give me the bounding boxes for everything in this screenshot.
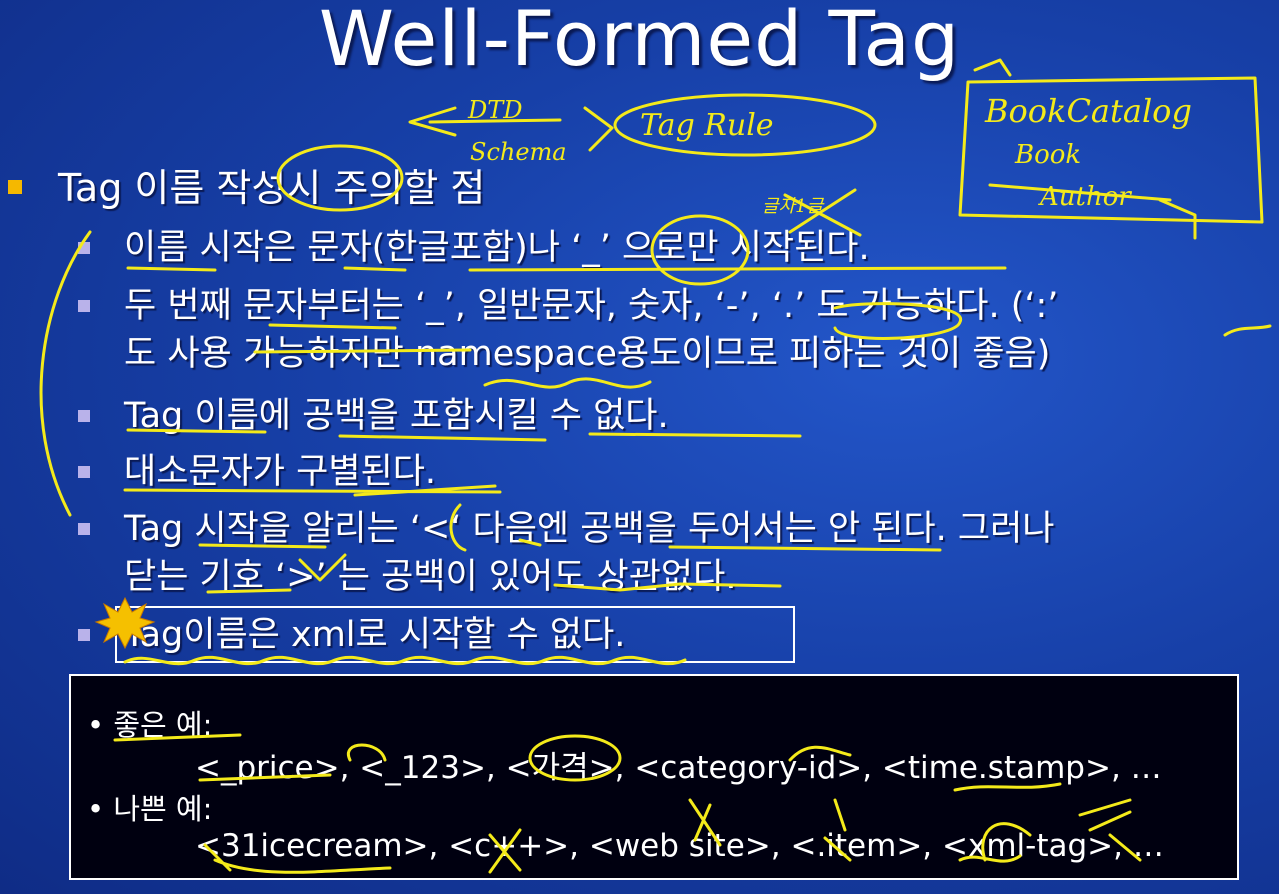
bullet-marker: [78, 523, 90, 535]
slide-title: Well-Formed Tag: [318, 0, 961, 83]
annotation-book: Book: [1014, 140, 1081, 170]
annotation-tag-rule: Tag Rule: [640, 108, 774, 143]
sub-bullet-text: 대소문자가 구별된다.: [124, 452, 437, 492]
annotation-unclear: 글자1글: [762, 196, 825, 217]
bad-example-line: <31icecream>, <c++>, <web site>, <.item>…: [195, 828, 1164, 864]
catalog-box-ink: [958, 76, 1264, 224]
bullet-marker: [78, 300, 90, 312]
tag-rule-ellipse: [613, 93, 877, 157]
sub-bullet-text: 두 번째 문자부터는 ‘_’, 일반문자, 숫자, ‘-’, ‘.’ 도 가능하…: [124, 286, 1059, 374]
sub-bullet-5: Tag 시작을 알리는 ‘<‘ 다음엔 공백을 두어서는 안 된다. 그러나 닫…: [78, 505, 1268, 601]
sub-bullet-4: 대소문자가 구별된다.: [78, 448, 1268, 496]
annotation-book-catalog: BookCatalog: [984, 92, 1192, 130]
arrow-left-ink: [408, 106, 562, 137]
good-example-label: • 좋은 예:: [87, 708, 213, 742]
bullet-marker: [78, 629, 90, 641]
annotation-dtd: DTD: [467, 96, 523, 124]
arrow-right-ink: [583, 106, 614, 152]
bullet-marker: [78, 466, 90, 478]
annotation-author: Author: [1038, 182, 1132, 212]
highlight-box: [115, 606, 795, 663]
sub-bullet-text: Tag 이름에 공백을 포함시킬 수 없다.: [124, 396, 669, 436]
bullet-marker: [78, 410, 90, 422]
example-box: • 좋은 예: <_price>, <_123>, <가격>, <categor…: [69, 674, 1239, 880]
sub-bullet-1: 이름 시작은 문자(한글포함)나 ‘_’ 으로만 시작된다.: [78, 224, 1268, 272]
bad-example-label: • 나쁜 예:: [87, 792, 213, 826]
sub-bullet-text: Tag 시작을 알리는 ‘<‘ 다음엔 공백을 두어서는 안 된다. 그러나 닫…: [124, 509, 1055, 597]
sub-bullet-3: Tag 이름에 공백을 포함시킬 수 없다.: [78, 392, 1268, 440]
sub-bullet-2: 두 번째 문자부터는 ‘_’, 일반문자, 숫자, ‘-’, ‘.’ 도 가능하…: [78, 282, 1268, 378]
main-bullet-marker: [8, 180, 22, 194]
good-example-line: <_price>, <_123>, <가격>, <category-id>, <…: [195, 750, 1162, 786]
annotation-schema: Schema: [470, 138, 567, 166]
bullet-marker: [78, 242, 90, 254]
sub-bullet-text: 이름 시작은 문자(한글포함)나 ‘_’ 으로만 시작된다.: [124, 228, 870, 268]
main-bullet-text: Tag 이름 작성시 주의할 점: [58, 166, 486, 210]
